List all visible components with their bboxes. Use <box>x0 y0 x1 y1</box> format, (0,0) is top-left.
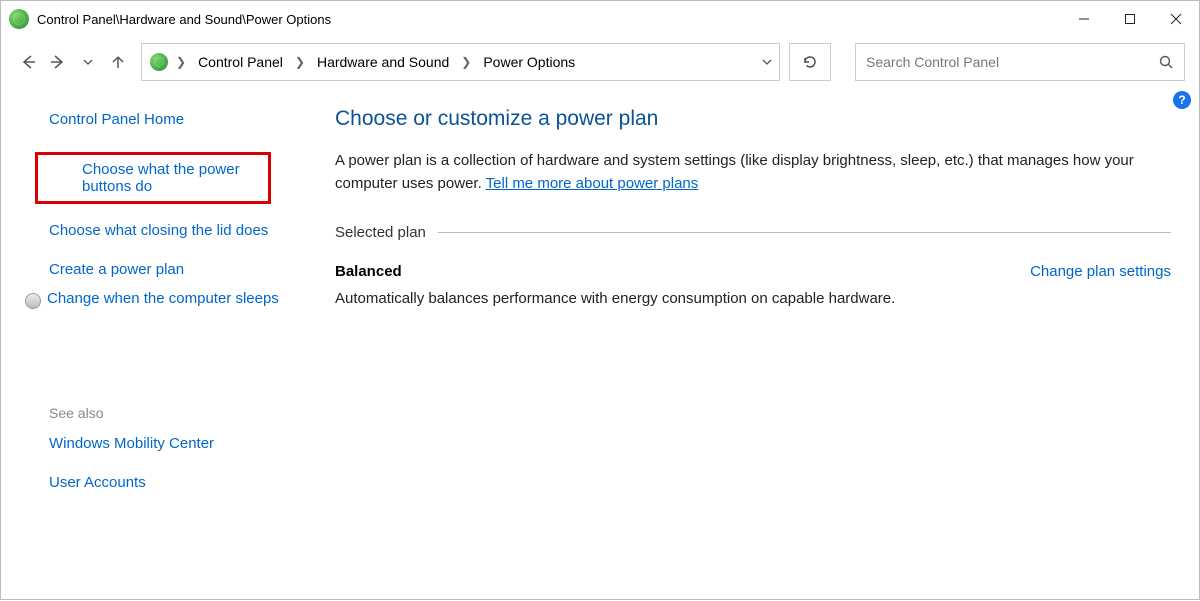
section-label-text: Selected plan <box>335 224 426 241</box>
chevron-right-icon[interactable]: ❯ <box>293 55 307 69</box>
change-plan-settings-link[interactable]: Change plan settings <box>1030 263 1171 280</box>
search-input[interactable] <box>866 54 1158 70</box>
plan-name: Balanced <box>335 263 402 280</box>
description-text: A power plan is a collection of hardware… <box>335 152 1134 192</box>
nav-arrows <box>15 47 131 77</box>
sidebar-item-label: Choose what the power buttons do <box>82 161 240 195</box>
main-panel: ? Choose or customize a power plan A pow… <box>301 87 1199 601</box>
sidebar-link-power-buttons[interactable]: Choose what the power buttons do <box>35 152 271 204</box>
see-also-mobility-center[interactable]: Windows Mobility Center <box>1 429 301 458</box>
plan-row: Balanced Change plan settings <box>335 263 1171 280</box>
address-dropdown-icon[interactable] <box>761 56 773 68</box>
help-icon[interactable]: ? <box>1173 91 1191 109</box>
page-description: A power plan is a collection of hardware… <box>335 149 1155 196</box>
learn-more-link[interactable]: Tell me more about power plans <box>486 175 699 192</box>
search-icon[interactable] <box>1158 54 1174 70</box>
sidebar-link-create-plan[interactable]: Create a power plan <box>1 255 301 284</box>
back-button[interactable] <box>15 47 41 77</box>
sidebar-link-change-sleep[interactable]: Change when the computer sleeps <box>1 284 301 315</box>
sidebar-item-label: Change when the computer sleeps <box>47 290 279 307</box>
refresh-button[interactable] <box>789 43 831 81</box>
content-area: Control Panel Home Choose what the power… <box>1 87 1199 601</box>
sidebar: Control Panel Home Choose what the power… <box>1 87 301 601</box>
section-selected-plan: Selected plan <box>335 224 1171 241</box>
search-box[interactable] <box>855 43 1185 81</box>
title-bar: Control Panel\Hardware and Sound\Power O… <box>1 1 1199 37</box>
maximize-button[interactable] <box>1107 1 1153 37</box>
bullet-icon <box>25 293 41 309</box>
sidebar-home-link[interactable]: Control Panel Home <box>1 105 301 134</box>
up-button[interactable] <box>105 47 131 77</box>
plan-description: Automatically balances performance with … <box>335 290 1171 307</box>
address-bar-icon <box>150 53 168 71</box>
close-button[interactable] <box>1153 1 1199 37</box>
recent-locations-dropdown[interactable] <box>75 47 101 77</box>
breadcrumb-control-panel[interactable]: Control Panel <box>192 54 289 70</box>
app-icon <box>9 9 29 29</box>
breadcrumb-hardware-sound[interactable]: Hardware and Sound <box>311 54 455 70</box>
page-heading: Choose or customize a power plan <box>335 107 1171 131</box>
see-also-heading: See also <box>1 405 301 429</box>
sidebar-link-closing-lid[interactable]: Choose what closing the lid does <box>1 216 301 245</box>
window-title: Control Panel\Hardware and Sound\Power O… <box>37 12 331 27</box>
minimize-button[interactable] <box>1061 1 1107 37</box>
divider <box>438 232 1171 233</box>
nav-bar: ❯ Control Panel ❯ Hardware and Sound ❯ P… <box>1 37 1199 87</box>
see-also-user-accounts[interactable]: User Accounts <box>1 468 301 497</box>
chevron-right-icon[interactable]: ❯ <box>174 55 188 69</box>
forward-button[interactable] <box>45 47 71 77</box>
breadcrumb-power-options[interactable]: Power Options <box>477 54 581 70</box>
address-bar[interactable]: ❯ Control Panel ❯ Hardware and Sound ❯ P… <box>141 43 780 81</box>
chevron-right-icon[interactable]: ❯ <box>459 55 473 69</box>
